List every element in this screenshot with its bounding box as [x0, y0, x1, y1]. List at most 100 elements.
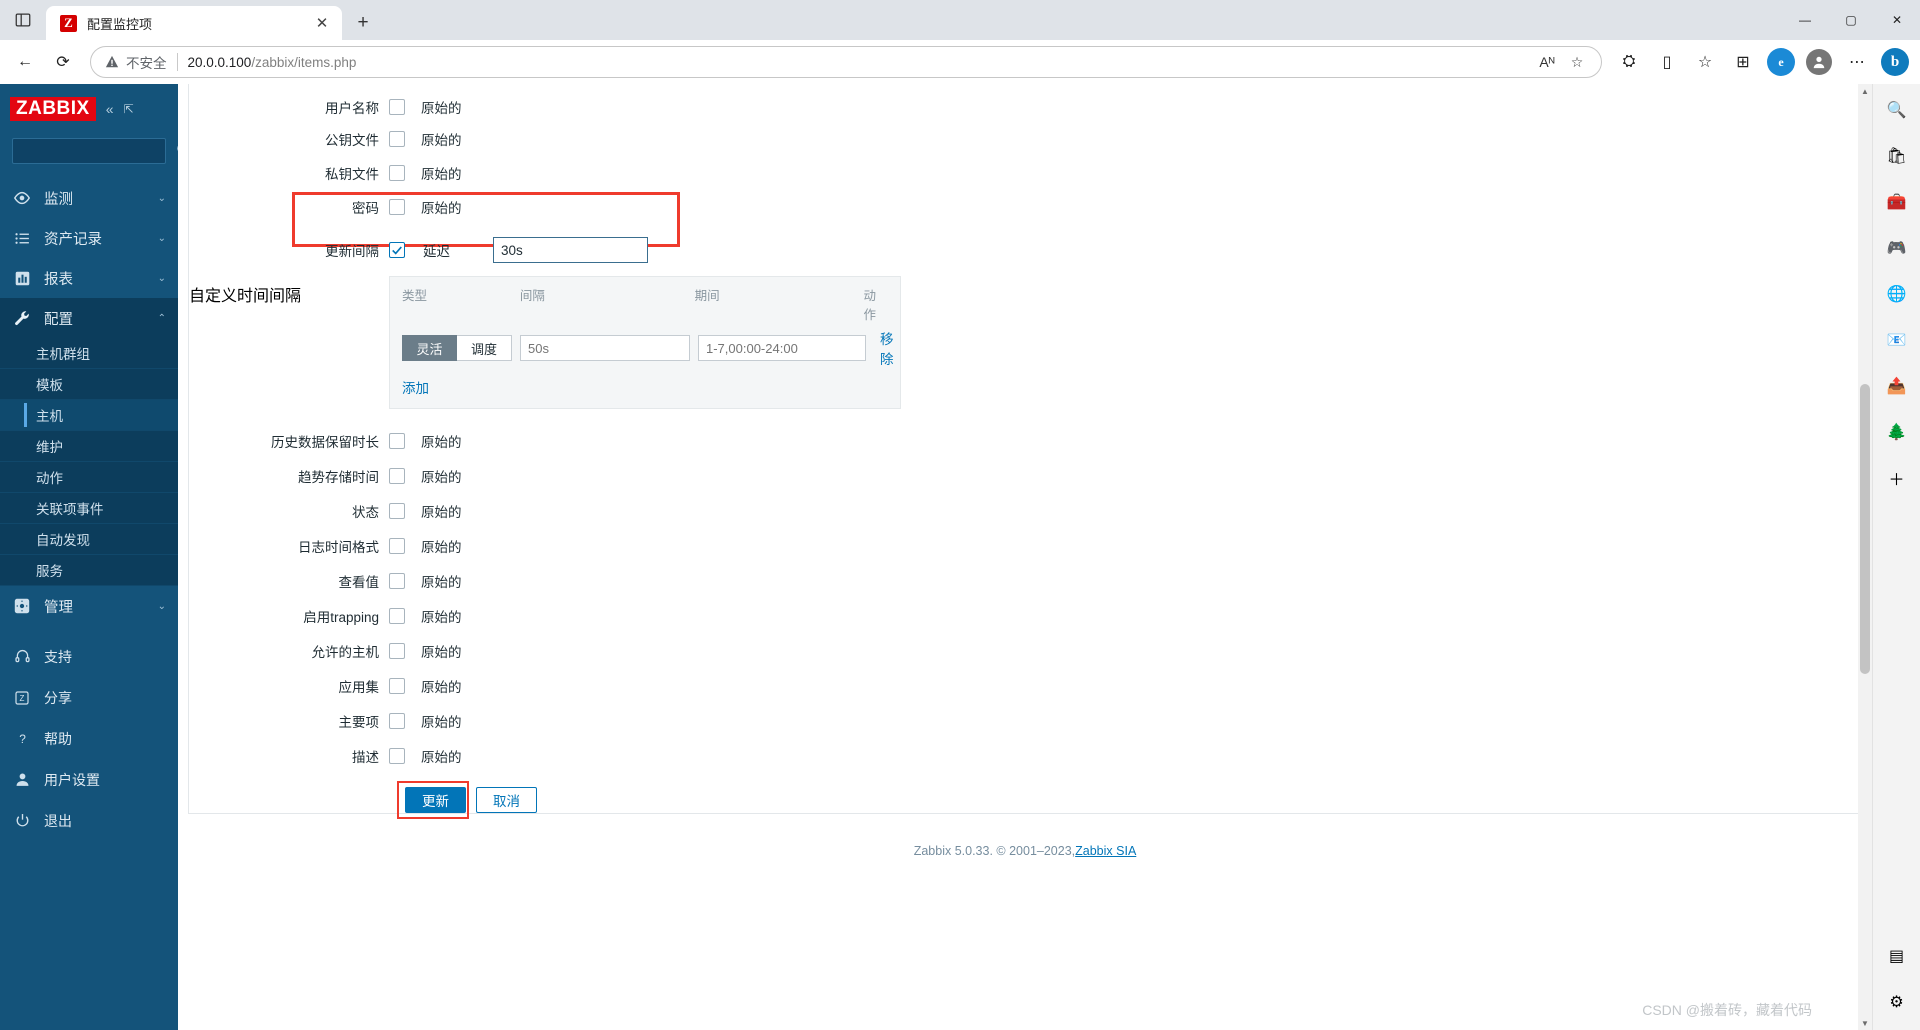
field-label: 应用集: [338, 679, 380, 695]
sidebar-item-monitoring[interactable]: 监测 ⌄: [0, 178, 178, 218]
settings-gear-icon[interactable]: ⚙: [1881, 986, 1913, 1018]
expand-sidebar-icon[interactable]: ⇱: [124, 102, 134, 116]
custom-interval-input[interactable]: [520, 335, 690, 361]
field-checkbox[interactable]: [389, 747, 405, 764]
scrollbar-thumb[interactable]: [1860, 384, 1870, 674]
field-checkbox[interactable]: [389, 677, 405, 694]
sidebar-item-signout[interactable]: 退出: [0, 800, 178, 841]
sidebar-item-maintenance[interactable]: 维护: [0, 431, 178, 462]
reload-button[interactable]: ⟳: [46, 45, 80, 79]
remove-interval-link[interactable]: 移除: [880, 328, 894, 368]
field-checkbox[interactable]: [389, 99, 405, 115]
sidebar-menu: 监测 ⌄ 资产记录 ⌄ 报表 ⌄ 配置 ⌃ 主机群组 模板 主机 维护 动作 关…: [0, 178, 178, 841]
add-favorite-icon[interactable]: ☆: [1563, 48, 1591, 76]
sidebar-item-configuration[interactable]: 配置 ⌃: [0, 298, 178, 338]
sidebar-item-templates[interactable]: 模板: [0, 369, 178, 400]
sidebar-item-label: 报表: [44, 271, 73, 288]
sidebar-item-user-settings[interactable]: 用户设置: [0, 759, 178, 800]
form-row-private-key: 私钥文件 原始的: [189, 156, 1861, 190]
tab-actions-icon[interactable]: [0, 0, 46, 40]
add-interval-link[interactable]: 添加: [402, 381, 429, 396]
sidebar-item-inventory[interactable]: 资产记录 ⌄: [0, 218, 178, 258]
url-host: 20.0.0.100: [187, 54, 252, 70]
sidebar-search[interactable]: [12, 138, 189, 164]
more-settings-icon[interactable]: ⋯: [1840, 45, 1874, 79]
field-checkbox[interactable]: [389, 165, 405, 181]
edge-profile-icon[interactable]: e: [1764, 45, 1798, 79]
field-checkbox[interactable]: [389, 432, 405, 449]
collections-icon[interactable]: ⊞: [1726, 45, 1760, 79]
interval-type-scheduling[interactable]: 调度: [457, 335, 512, 361]
custom-period-input[interactable]: [698, 335, 866, 361]
field-checkbox[interactable]: [389, 467, 405, 484]
page-scrollbar[interactable]: ▲ ▼: [1858, 84, 1872, 1030]
address-bar[interactable]: 不安全 20.0.0.100/zabbix/items.php Aᴺ ☆: [90, 46, 1602, 78]
sidebar-item-discovery[interactable]: 自动发现: [0, 524, 178, 555]
read-aloud-icon[interactable]: Aᴺ: [1533, 48, 1561, 76]
sidebar-item-share[interactable]: Z 分享: [0, 677, 178, 718]
sidebar-item-label: 分享: [44, 689, 72, 706]
delay-input[interactable]: [493, 237, 648, 263]
sidebar-toggle-icon[interactable]: ▤: [1881, 940, 1913, 972]
field-checkbox[interactable]: [389, 502, 405, 519]
sidebar-item-actions[interactable]: 动作: [0, 462, 178, 493]
field-checkbox[interactable]: [389, 537, 405, 554]
drop-icon[interactable]: 🌲: [1881, 416, 1913, 448]
bing-chat-icon[interactable]: b: [1878, 45, 1912, 79]
field-value: 原始的: [421, 469, 462, 485]
office-icon[interactable]: 📤: [1881, 370, 1913, 402]
field-checkbox[interactable]: [389, 572, 405, 589]
edge-sidebar: 🔍 🛍 🧰 🎮 🌐 📧 📤 🌲 ＋ ▤ ⚙: [1872, 84, 1920, 1030]
favorites-icon[interactable]: ☆: [1688, 45, 1722, 79]
field-label: 更新间隔: [325, 244, 379, 259]
interval-type-toggle[interactable]: 灵活 调度: [402, 335, 512, 361]
account-avatar[interactable]: [1802, 45, 1836, 79]
field-checkbox[interactable]: [389, 131, 405, 147]
games-icon[interactable]: 🎮: [1881, 232, 1913, 264]
browser-tab[interactable]: Z 配置监控项 ✕: [46, 6, 342, 40]
zabbix-logo[interactable]: ZABBIX: [10, 97, 96, 121]
browser-essentials-icon[interactable]: 🌐: [1881, 278, 1913, 310]
sidebar-item-reports[interactable]: 报表 ⌄: [0, 258, 178, 298]
extensions-icon[interactable]: ⛭: [1612, 45, 1646, 79]
main-content: 用户名称 原始的 公钥文件 原始的 私钥文件 原始的 密码 原始的 更新间隔 延…: [178, 84, 1872, 1030]
security-warning[interactable]: 不安全: [105, 52, 167, 72]
scroll-down-arrow[interactable]: ▼: [1858, 1016, 1872, 1030]
interval-type-flexible[interactable]: 灵活: [402, 335, 457, 361]
field-checkbox[interactable]: [389, 199, 405, 215]
sidebar-item-services[interactable]: 服务: [0, 555, 178, 586]
field-checkbox[interactable]: [389, 607, 405, 624]
add-icon[interactable]: ＋: [1881, 462, 1913, 494]
minimize-button[interactable]: —: [1782, 4, 1828, 36]
back-button[interactable]: ←: [8, 45, 42, 79]
zabbix-sia-link[interactable]: Zabbix SIA: [1075, 844, 1136, 858]
field-checkbox[interactable]: [389, 712, 405, 729]
maximize-button[interactable]: ▢: [1828, 4, 1874, 36]
field-checkbox[interactable]: [389, 642, 405, 659]
collapse-sidebar-icon[interactable]: «: [106, 101, 114, 117]
cancel-button[interactable]: 取消: [476, 787, 537, 813]
scroll-up-arrow[interactable]: ▲: [1858, 84, 1872, 98]
new-tab-button[interactable]: +: [346, 6, 380, 40]
submenu-label: 动作: [36, 471, 63, 486]
close-tab-icon[interactable]: ✕: [310, 11, 334, 35]
field-value: 原始的: [421, 679, 462, 695]
svg-text:?: ?: [19, 732, 26, 746]
sidebar-item-event-correlation[interactable]: 关联项事件: [0, 493, 178, 524]
close-window-button[interactable]: ✕: [1874, 4, 1920, 36]
outlook-icon[interactable]: 📧: [1881, 324, 1913, 356]
submenu-label: 模板: [36, 378, 63, 393]
split-screen-icon[interactable]: ▯: [1650, 45, 1684, 79]
sidebar-item-host-groups[interactable]: 主机群组: [0, 338, 178, 369]
search-icon[interactable]: 🔍: [1881, 94, 1913, 126]
update-interval-checkbox[interactable]: [389, 242, 405, 258]
sidebar-item-administration[interactable]: 管理 ⌄: [0, 586, 178, 626]
sidebar-item-help[interactable]: ? 帮助: [0, 718, 178, 759]
sidebar-item-support[interactable]: 支持: [0, 636, 178, 677]
column-header-type: 类型: [402, 289, 428, 303]
sidebar-item-hosts[interactable]: 主机: [0, 400, 178, 431]
shopping-icon[interactable]: 🛍: [1881, 140, 1913, 172]
sidebar-bottom-menu: 支持 Z 分享 ? 帮助 用户设置 退出: [0, 636, 178, 841]
tools-icon[interactable]: 🧰: [1881, 186, 1913, 218]
search-input[interactable]: [21, 144, 176, 158]
